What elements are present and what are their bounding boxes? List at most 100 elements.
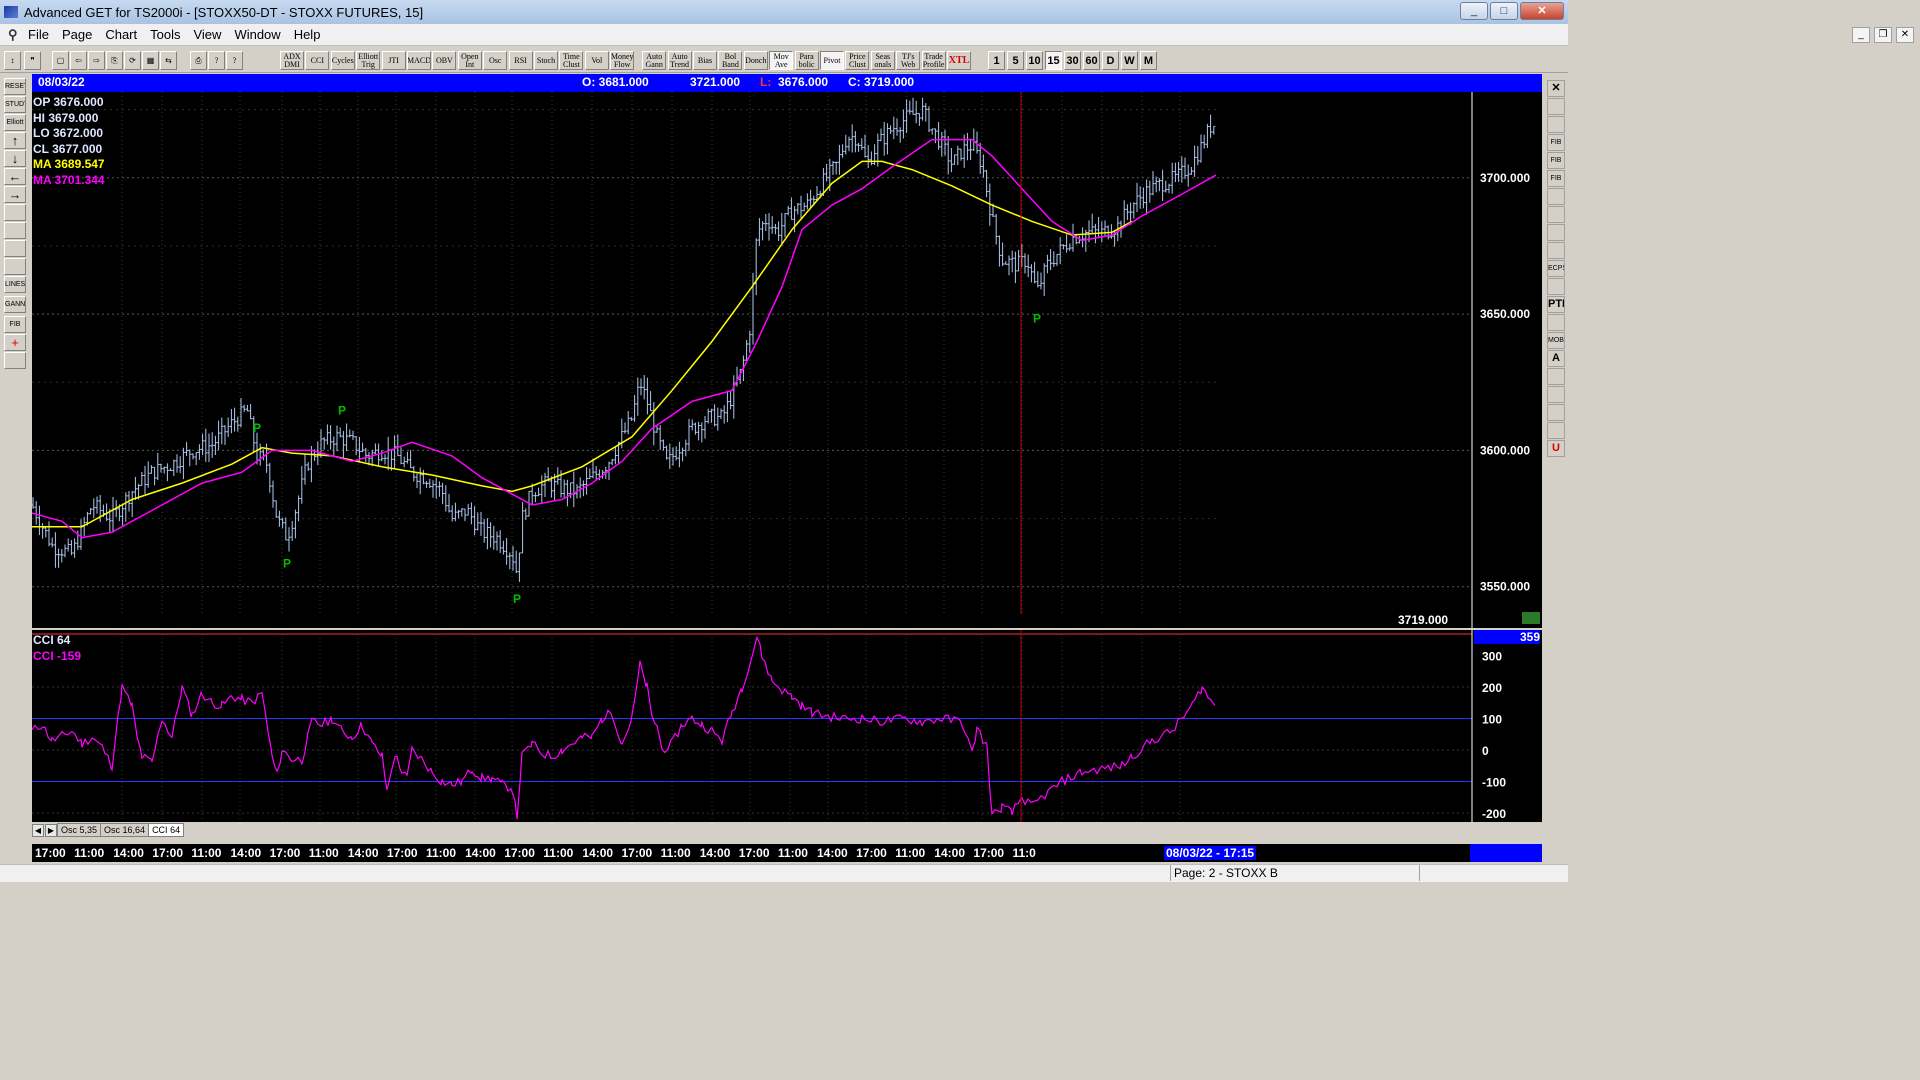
new-page-icon[interactable]: ▢: [52, 51, 69, 70]
channel-tool-button[interactable]: [4, 240, 26, 257]
trend-tool-button[interactable]: [4, 204, 26, 221]
maximize-button[interactable]: □: [1490, 2, 1518, 20]
quote-icon[interactable]: ❞: [24, 51, 41, 70]
study-vol-button[interactable]: Vol: [584, 51, 609, 70]
study-adx-dmi-button[interactable]: ADX DMI: [280, 51, 304, 70]
open-icon[interactable]: ⇦: [70, 51, 87, 70]
right-tool-9-button[interactable]: [1547, 242, 1565, 259]
study-trade-profile-button[interactable]: Trade Profile: [921, 51, 946, 70]
interval-30-button[interactable]: 30: [1064, 51, 1081, 70]
document-icon[interactable]: ⚲: [8, 27, 22, 42]
study-seas-onals-button[interactable]: Seas onals: [870, 51, 895, 70]
mdi-minimize-button[interactable]: _: [1852, 27, 1870, 43]
arrow-right-tool-button[interactable]: →: [4, 186, 26, 203]
right-tool-17-button[interactable]: [1547, 386, 1565, 403]
arrow-up-tool-button[interactable]: ↑: [4, 132, 26, 149]
arrow-left-tool-button[interactable]: ←: [4, 168, 26, 185]
study-open-int-button[interactable]: Open Int: [457, 51, 482, 70]
right-tool-8-button[interactable]: [1547, 224, 1565, 241]
reset-tool-button[interactable]: RESET: [4, 78, 26, 95]
interval-m-button[interactable]: M: [1140, 51, 1157, 70]
study-price-clust-button[interactable]: Price Clust: [845, 51, 870, 70]
study-money-flow-button[interactable]: Money Flow: [610, 51, 635, 70]
study-tool-button[interactable]: STUDY: [4, 96, 26, 113]
grid-icon[interactable]: ▦: [142, 51, 159, 70]
study-tj-s-web-button[interactable]: TJ's Web: [896, 51, 921, 70]
grid-tool-button[interactable]: [4, 258, 26, 275]
study-para-bolic-button[interactable]: Para bolic: [794, 51, 819, 70]
lines-tool-button[interactable]: LINES: [4, 276, 26, 293]
interval-5-button[interactable]: 5: [1007, 51, 1024, 70]
right-tool-7-button[interactable]: [1547, 206, 1565, 223]
study-xtl-button[interactable]: XTL: [947, 51, 971, 70]
study-bol-band-button[interactable]: Bol Band: [718, 51, 743, 70]
right-tool-18-button[interactable]: [1547, 404, 1565, 421]
tab-cci-64[interactable]: CCI 64: [148, 823, 185, 837]
close-button[interactable]: ✕: [1520, 2, 1564, 20]
study-rsi-button[interactable]: RSI: [508, 51, 533, 70]
pointer-icon[interactable]: ↕: [4, 51, 21, 70]
refresh-icon[interactable]: ⟳: [124, 51, 141, 70]
gann-tool-button[interactable]: GANN: [4, 296, 26, 313]
interval-15-button[interactable]: 15: [1045, 51, 1062, 70]
right-tool-12-button[interactable]: PTI: [1547, 296, 1565, 313]
interval-d-button[interactable]: D: [1102, 51, 1119, 70]
menu-page[interactable]: Page: [62, 27, 92, 42]
interval-10-button[interactable]: 10: [1026, 51, 1043, 70]
tab-scroll-left-button[interactable]: ◀: [32, 823, 44, 837]
tab-scroll-right-button[interactable]: ▶: [45, 823, 57, 837]
right-tool-19-button[interactable]: [1547, 422, 1565, 439]
scale-toggle-icon[interactable]: [1522, 612, 1540, 624]
crosshair-tool-button[interactable]: +: [4, 334, 26, 351]
menu-file[interactable]: File: [28, 27, 49, 42]
mdi-restore-button[interactable]: ❐: [1874, 27, 1892, 43]
study-auto-trend-button[interactable]: Auto Trend: [667, 51, 692, 70]
elliott-tool-button[interactable]: Elliott: [4, 114, 26, 131]
study-mov-ave-button[interactable]: Mov Ave: [769, 51, 794, 70]
study-donch-button[interactable]: Donch: [743, 51, 768, 70]
interval-w-button[interactable]: W: [1121, 51, 1138, 70]
study-jti-button[interactable]: JTI: [381, 51, 406, 70]
exchange-icon[interactable]: ⇆: [160, 51, 177, 70]
minimize-button[interactable]: _: [1460, 2, 1488, 20]
right-tool-11-button[interactable]: [1547, 278, 1565, 295]
pages-tool-button[interactable]: [4, 352, 26, 369]
study-osc-button[interactable]: Osc: [483, 51, 508, 70]
study-macd-button[interactable]: MACD: [407, 51, 431, 70]
mdi-close-button[interactable]: ✕: [1896, 27, 1914, 43]
price-chart-svg[interactable]: 3700.000 3650.000 3600.000 3550.000 P P P P P 371…: [32, 92, 1542, 628]
right-tool-15-button[interactable]: A: [1547, 350, 1565, 367]
right-tool-10-button[interactable]: ECPS: [1547, 260, 1565, 277]
interval-60-button[interactable]: 60: [1083, 51, 1100, 70]
help-query-icon[interactable]: ?: [226, 51, 243, 70]
study-stoch-button[interactable]: Stoch: [534, 51, 558, 70]
right-tool-14-button[interactable]: MOB: [1547, 332, 1565, 349]
menu-tools[interactable]: Tools: [150, 27, 180, 42]
arrow-down-tool-button[interactable]: ↓: [4, 150, 26, 167]
oscillator-svg[interactable]: 300 200 100 0 -100 -200 359: [32, 630, 1542, 822]
menu-window[interactable]: Window: [234, 27, 280, 42]
tab-osc-5-35[interactable]: Osc 5,35: [57, 823, 102, 837]
save-icon[interactable]: ⇨: [88, 51, 105, 70]
help-icon[interactable]: ?: [208, 51, 225, 70]
menu-help[interactable]: Help: [294, 27, 321, 42]
right-tool-13-button[interactable]: [1547, 314, 1565, 331]
fib-tool-button[interactable]: FIB: [4, 316, 26, 333]
tab-osc-16-64[interactable]: Osc 16,64: [100, 823, 150, 837]
right-tool-1-button[interactable]: [1547, 98, 1565, 115]
right-tool-4-button[interactable]: FIB EXT: [1547, 152, 1565, 169]
copy-icon[interactable]: ⎘: [106, 51, 123, 70]
right-tool-20-button[interactable]: U: [1547, 440, 1565, 457]
study-auto-gann-button[interactable]: Auto Gann: [642, 51, 667, 70]
study-cci-button[interactable]: CCI: [305, 51, 330, 70]
right-tool-0-button[interactable]: ✕: [1547, 80, 1565, 97]
interval-1-button[interactable]: 1: [988, 51, 1005, 70]
study-pivot-button[interactable]: Pivot: [820, 51, 844, 70]
fan-tool-button[interactable]: [4, 222, 26, 239]
study-obv-button[interactable]: OBV: [432, 51, 457, 70]
study-elliott-trig-button[interactable]: Elliott Trig: [356, 51, 381, 70]
right-tool-2-button[interactable]: [1547, 116, 1565, 133]
study-bias-button[interactable]: Bias: [693, 51, 717, 70]
menu-chart[interactable]: Chart: [105, 27, 137, 42]
menu-view[interactable]: View: [193, 27, 221, 42]
